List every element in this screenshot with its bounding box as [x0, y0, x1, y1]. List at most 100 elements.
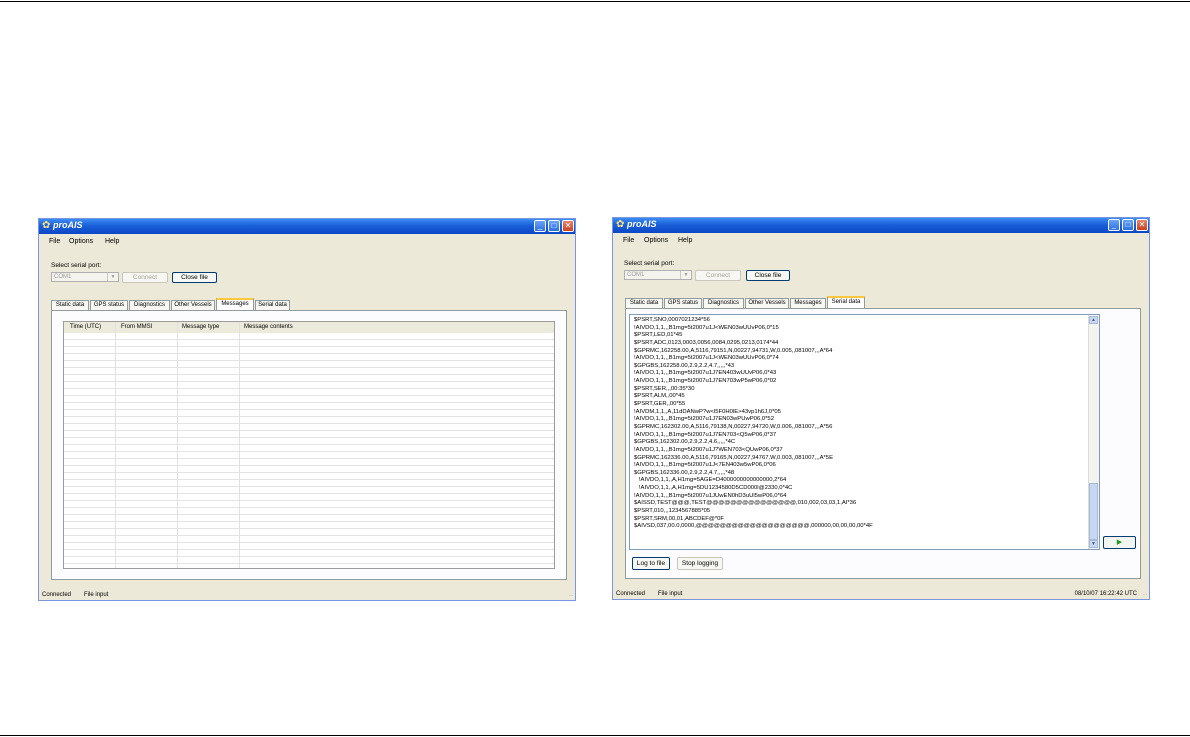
tab-diagnostics[interactable]: Diagnostics — [129, 300, 170, 310]
close-button[interactable]: ✕ — [1136, 219, 1148, 231]
menu-help[interactable]: Help — [105, 238, 119, 245]
status-bar: Connected File input ... — [39, 590, 575, 600]
table-body — [64, 333, 554, 568]
minimize-button[interactable]: _ — [1108, 219, 1120, 231]
serial-lines: $PSRT,SNO,0007021234*56 !AIVDO,1,1,,,B1mg… — [634, 317, 1087, 531]
serial-line: $PSRT,SNO,0007021234*56 — [634, 317, 710, 323]
serial-port-value: COM1 — [627, 272, 645, 278]
tab-strip: Static data GPS status Diagnostics Other… — [625, 296, 1135, 308]
serial-line: $GPRMC,162302.00,A,5116,79138,N,00227,94… — [634, 423, 833, 430]
menu-file[interactable]: File — [623, 237, 634, 244]
col-divider[interactable] — [115, 322, 116, 568]
top-rule — [0, 1, 1190, 2]
serial-line: $GPRMC,162336.00,A,5116,79165,N,00227,94… — [634, 454, 834, 461]
maximize-button[interactable]: □ — [548, 220, 560, 232]
status-connection: Connected — [42, 592, 72, 598]
serial-port-select[interactable]: COM1 ▼ — [624, 270, 692, 280]
col-from-mmsi[interactable]: From MMSI — [121, 324, 152, 330]
serial-line: $GPGBS,162302.00,2.9,2.2,4.6,,,,,*4C — [634, 439, 736, 446]
serial-port-label: Select serial port: — [624, 260, 675, 267]
tab-serial-data[interactable]: Serial data — [827, 296, 865, 308]
serial-line: $AIVSD,037,00.0,0000,@@@@@@@@@@@@@@@@@@@… — [634, 523, 873, 530]
play-arrow-icon: ▶ — [1116, 539, 1123, 546]
col-message-type[interactable]: Message type — [182, 324, 219, 330]
window-title: proAIS — [627, 219, 657, 229]
menu-options[interactable]: Options — [69, 238, 93, 245]
serial-port-select[interactable]: COM1 ▼ — [51, 272, 119, 282]
serial-line: !AIVDO,1,1,,,B1mg=5t2007u1J?WEN703<QUwP0… — [634, 446, 783, 453]
left-window: ✿ proAIS _ □ ✕ File Options Help Select … — [38, 218, 576, 601]
tab-other-vessels[interactable]: Other Vessels — [171, 300, 215, 310]
menu-options[interactable]: Options — [644, 237, 668, 244]
connect-button[interactable]: Connect — [695, 270, 741, 281]
serial-line: $PSRT,ADC,0123,0003,0056,0084,0295,0213,… — [634, 339, 779, 346]
messages-panel: Time (UTC) From MMSI Message type Messag… — [51, 310, 567, 580]
menubar: File Options Help — [39, 235, 575, 248]
serial-line: $GPRMC,162258.00,A,5116,79151,N,00227,94… — [634, 347, 833, 354]
serial-line: $PSRT,GER,,00*55 — [634, 401, 686, 408]
serial-line: $PSRT,LED,01*45 — [634, 332, 683, 339]
scroll-down-icon[interactable]: ▼ — [1089, 540, 1098, 548]
tab-messages[interactable]: Messages — [216, 298, 254, 310]
status-connection: Connected — [616, 591, 646, 597]
right-titlebar[interactable]: ✿ proAIS _ □ ✕ — [613, 218, 1149, 233]
menubar: File Options Help — [613, 234, 1149, 247]
serial-line: !AIVDM,1,1,,A,11dDANwP?w<l5F0H0lE>43vp1h… — [634, 408, 781, 415]
serial-line: !AIVDO,1,1,,,B1mg=5t2007u1J7EN03wPUwP06,… — [634, 416, 774, 423]
scrollbar-thumb[interactable] — [1089, 483, 1098, 540]
scroll-up-icon[interactable]: ▲ — [1089, 316, 1098, 324]
tab-other-vessels[interactable]: Other Vessels — [745, 298, 789, 308]
minimize-button[interactable]: _ — [534, 220, 546, 232]
tab-messages[interactable]: Messages — [790, 298, 826, 308]
maximize-button[interactable]: □ — [1122, 219, 1134, 231]
serial-line: $PSRT,010,,,1234567885*05 — [634, 508, 711, 515]
bottom-rule — [0, 735, 1190, 736]
col-message-contents[interactable]: Message contents — [244, 324, 293, 330]
right-window: ✿ proAIS _ □ ✕ File Options Help Select … — [612, 217, 1150, 600]
tab-strip: Static data GPS status Diagnostics Other… — [51, 298, 561, 310]
stop-logging-button[interactable]: Stop logging — [677, 557, 723, 570]
app-icon: ✿ — [616, 219, 625, 230]
connect-button[interactable]: Connect — [122, 272, 168, 283]
serial-output[interactable]: $PSRT,SNO,0007021234*56 !AIVDO,1,1,,,B1mg… — [629, 314, 1100, 550]
serial-panel: $PSRT,SNO,0007021234*56 !AIVDO,1,1,,,B1mg… — [625, 308, 1141, 579]
status-input: File input — [84, 592, 109, 598]
serial-line: $PSRT,SER,,,00:35*30 — [634, 385, 695, 392]
menu-help[interactable]: Help — [678, 237, 692, 244]
col-divider[interactable] — [239, 322, 240, 568]
resize-grip[interactable]: ... — [1143, 591, 1147, 598]
vertical-scrollbar[interactable]: ▲ ▼ — [1088, 315, 1099, 549]
serial-line: $PSRT,ALM,,00*45 — [634, 393, 685, 400]
serial-line: !AIVDO,1,1,,,B1mg=5t2007u1J<WEN03wUUvP06… — [634, 324, 779, 331]
serial-port-label: Select serial port: — [51, 262, 102, 269]
app-icon: ✿ — [42, 220, 51, 231]
tab-static-data[interactable]: Static data — [51, 300, 89, 310]
serial-line: !AIVDO,1,1,,,B1mg=5t2007u1J<WEN03wUUvP06… — [634, 355, 779, 362]
chevron-down-icon[interactable]: ▼ — [680, 271, 691, 279]
log-to-file-button[interactable]: Log to file — [632, 557, 670, 570]
window-title: proAIS — [53, 220, 83, 230]
messages-table[interactable]: Time (UTC) From MMSI Message type Messag… — [63, 321, 555, 569]
close-file-button[interactable]: Close file — [172, 272, 217, 283]
chevron-down-icon[interactable]: ▼ — [107, 273, 118, 281]
tab-static-data[interactable]: Static data — [625, 298, 663, 308]
tab-serial-data[interactable]: Serial data — [255, 300, 290, 310]
serial-line: $GPGBS,162336.00,2.9,2.2,4.7,,,,,*48 — [634, 469, 735, 476]
status-bar: Connected File input 08/10/07 16:22:42 U… — [613, 589, 1149, 599]
serial-line: !AIVDO,1,1,,A,H1mg=5DU1234580D5CD000l@23… — [634, 485, 793, 492]
close-file-button[interactable]: Close file — [746, 270, 790, 281]
tab-gps-status[interactable]: GPS status — [664, 298, 702, 308]
col-divider[interactable] — [177, 322, 178, 568]
menu-file[interactable]: File — [49, 238, 60, 245]
col-time-utc[interactable]: Time (UTC) — [70, 324, 101, 330]
serial-line: $PSRT,SRM,00,01,ABCDEF@*0F — [634, 515, 725, 522]
serial-line: $AISSD,TEST@@@,TEST@@@@@@@@@@@@@@@,010,0… — [634, 500, 857, 507]
tab-gps-status[interactable]: GPS status — [90, 300, 128, 310]
status-input: File input — [658, 591, 683, 597]
send-button[interactable]: ▶ — [1103, 536, 1136, 549]
close-button[interactable]: ✕ — [562, 220, 574, 232]
serial-line: !AIVDO,1,1,,,B1mg=5t2007u1J<7EN403w5wP06… — [634, 462, 776, 469]
resize-grip[interactable]: ... — [569, 592, 573, 599]
tab-diagnostics[interactable]: Diagnostics — [703, 298, 744, 308]
left-titlebar[interactable]: ✿ proAIS _ □ ✕ — [39, 219, 575, 234]
